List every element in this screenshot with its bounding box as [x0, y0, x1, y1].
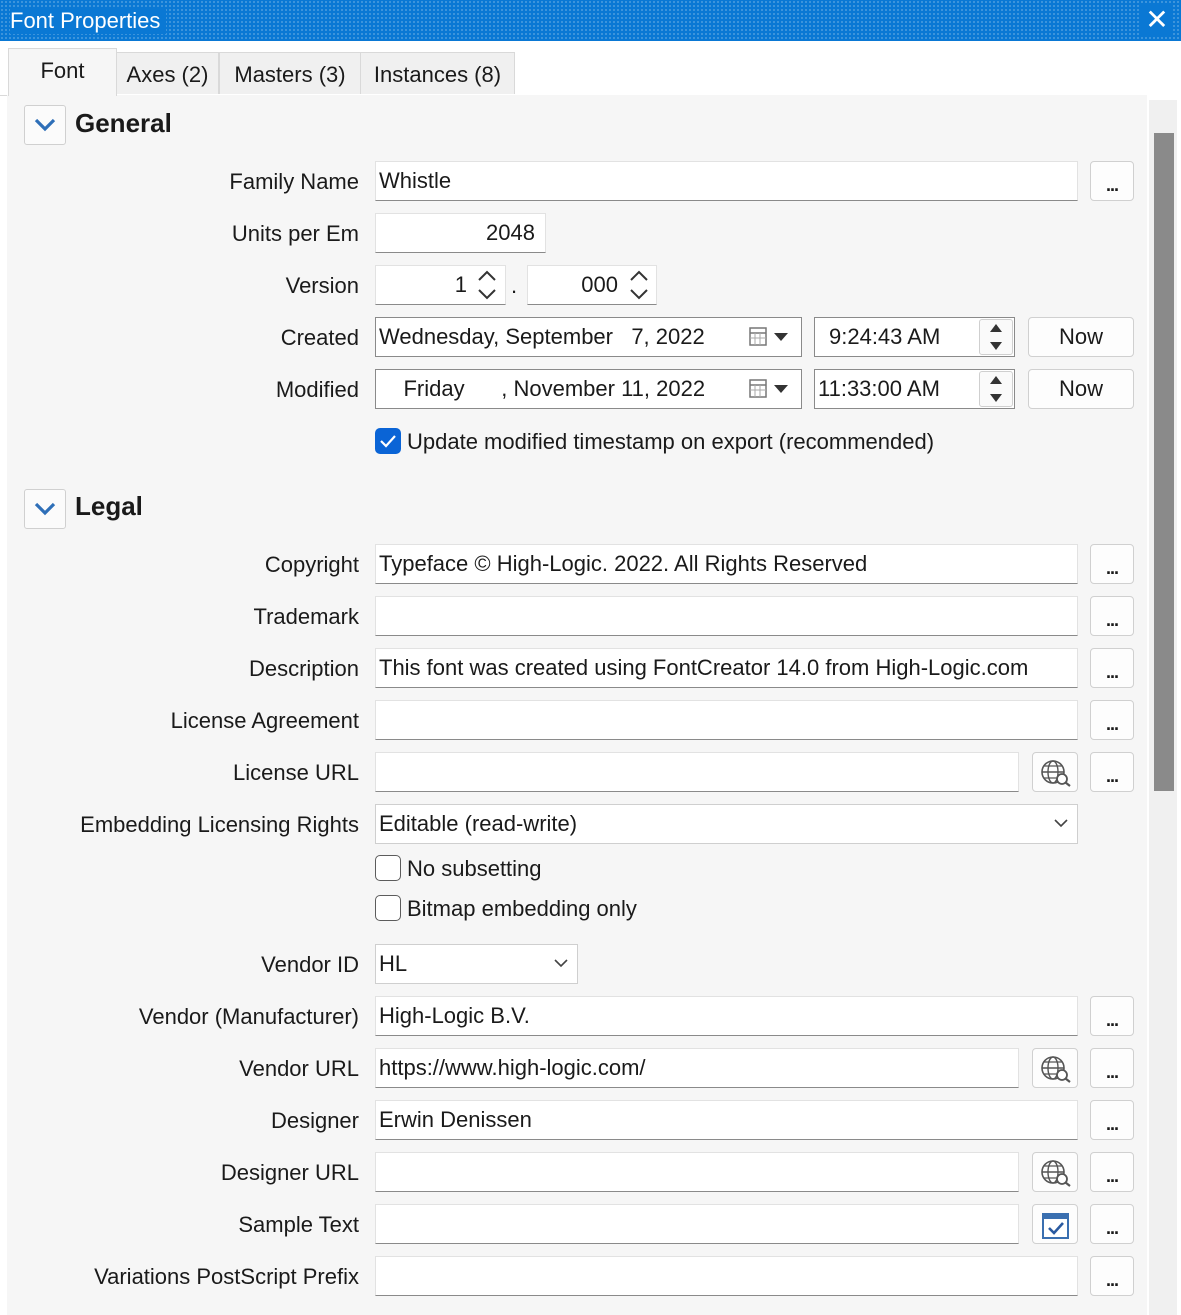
spin-down-icon[interactable] — [990, 394, 1002, 402]
scrollbar-thumb[interactable] — [1154, 133, 1174, 791]
units-per-em-field[interactable]: 2048 — [375, 213, 546, 253]
units-per-em-label: Units per Em — [231, 221, 359, 246]
tab-instances[interactable]: Instances (8) — [360, 52, 515, 94]
copyright-ellipsis-button[interactable]: ... — [1090, 544, 1134, 584]
general-collapse-button[interactable] — [24, 105, 66, 145]
spin-up-icon[interactable] — [990, 324, 1002, 332]
embedding-rights-label: Embedding Licensing Rights — [80, 812, 359, 837]
modified-now-button[interactable]: Now — [1028, 369, 1134, 409]
designer-url-ellipsis-button[interactable]: ... — [1090, 1152, 1134, 1192]
spin-down-icon[interactable] — [990, 342, 1002, 350]
vendor-url-label: Vendor URL — [239, 1056, 359, 1081]
version-major-spinner-icon[interactable] — [476, 268, 498, 302]
created-time-spinner[interactable] — [979, 319, 1013, 355]
title-bar: Font Properties ✕ — [0, 0, 1181, 41]
vendor-label: Vendor (Manufacturer) — [138, 1004, 359, 1029]
chevron-down-icon — [34, 502, 56, 516]
family-name-ellipsis-button[interactable]: ... — [1090, 161, 1134, 201]
chevron-down-icon[interactable] — [553, 958, 569, 968]
modified-date-picker[interactable]: Friday , November 11, 2022 — [375, 369, 802, 409]
trademark-field[interactable] — [375, 596, 1078, 636]
trademark-ellipsis-button[interactable]: ... — [1090, 596, 1134, 636]
created-label: Created — [280, 325, 359, 350]
family-name-label: Family Name — [229, 169, 359, 194]
designer-ellipsis-button[interactable]: ... — [1090, 1100, 1134, 1140]
vendor-ellipsis-button[interactable]: ... — [1090, 996, 1134, 1036]
window-title: Font Properties — [10, 8, 167, 34]
version-separator: . — [511, 273, 518, 298]
variations-prefix-ellipsis-button[interactable]: ... — [1090, 1256, 1134, 1296]
general-section-title: General — [75, 108, 172, 138]
created-now-button[interactable]: Now — [1028, 317, 1134, 357]
vendor-url-browse-button[interactable] — [1032, 1048, 1078, 1088]
license-agreement-label: License Agreement — [170, 708, 359, 733]
designer-url-label: Designer URL — [220, 1160, 359, 1185]
vendor-url-ellipsis-button[interactable]: ... — [1090, 1048, 1134, 1088]
calendar-dropdown-icon[interactable] — [748, 326, 792, 348]
calendar-dropdown-icon[interactable] — [748, 378, 792, 400]
family-name-field[interactable]: Whistle — [375, 161, 1078, 201]
copyright-label: Copyright — [264, 552, 359, 577]
license-url-browse-button[interactable] — [1032, 752, 1078, 792]
vendor-field[interactable]: High-Logic B.V. — [375, 996, 1078, 1036]
chevron-down-icon[interactable] — [1053, 818, 1069, 828]
description-label: Description — [248, 656, 359, 681]
designer-url-field[interactable] — [375, 1152, 1019, 1192]
globe-search-icon — [1041, 1160, 1071, 1187]
update-timestamp-label: Update modified timestamp on export (rec… — [407, 429, 935, 454]
vendor-id-label: Vendor ID — [261, 952, 359, 977]
copyright-field[interactable]: Typeface © High-Logic. 2022. All Rights … — [375, 544, 1078, 584]
designer-url-browse-button[interactable] — [1032, 1152, 1078, 1192]
close-icon[interactable]: ✕ — [1141, 4, 1173, 36]
variations-prefix-field[interactable] — [375, 1256, 1078, 1296]
checkbox-icon — [1042, 1213, 1069, 1239]
version-minor-spinner-icon[interactable] — [628, 268, 650, 302]
variations-prefix-label: Variations PostScript Prefix — [94, 1264, 359, 1289]
modified-time-spinner[interactable] — [979, 371, 1013, 407]
tab-font[interactable]: Font — [8, 48, 117, 96]
legal-section-title: Legal — [75, 491, 143, 521]
globe-search-icon — [1041, 760, 1071, 787]
description-ellipsis-button[interactable]: ... — [1090, 648, 1134, 688]
bitmap-embedding-label: Bitmap embedding only — [407, 896, 637, 921]
license-url-field[interactable] — [375, 752, 1019, 792]
license-agreement-ellipsis-button[interactable]: ... — [1090, 700, 1134, 740]
legal-collapse-button[interactable] — [24, 489, 66, 529]
no-subsetting-checkbox[interactable] — [375, 855, 401, 881]
designer-label: Designer — [270, 1108, 359, 1133]
created-date-picker[interactable]: Wednesday, September 7, 2022 — [375, 317, 802, 357]
modified-label: Modified — [275, 377, 359, 402]
vendor-url-field[interactable]: https://www.high-logic.com/ — [375, 1048, 1019, 1088]
no-subsetting-label: No subsetting — [407, 856, 542, 881]
license-url-label: License URL — [233, 760, 359, 785]
sample-text-field[interactable] — [375, 1204, 1019, 1244]
tab-masters[interactable]: Masters (3) — [219, 52, 361, 94]
tab-strip: Font Axes (2) Masters (3) Instances (8) — [0, 41, 1181, 96]
version-label: Version — [285, 273, 359, 298]
designer-field[interactable]: Erwin Denissen — [375, 1100, 1078, 1140]
tab-axes[interactable]: Axes (2) — [116, 52, 219, 94]
vendor-id-select[interactable]: HL — [375, 944, 578, 984]
sample-text-label: Sample Text — [238, 1212, 359, 1237]
sample-text-check-button[interactable] — [1032, 1204, 1078, 1244]
spin-up-icon[interactable] — [990, 376, 1002, 384]
license-url-ellipsis-button[interactable]: ... — [1090, 752, 1134, 792]
description-field[interactable]: This font was created using FontCreator … — [375, 648, 1078, 688]
checkmark-icon — [380, 435, 396, 448]
embedding-rights-select[interactable]: Editable (read-write) — [375, 804, 1078, 844]
update-timestamp-checkbox[interactable] — [375, 428, 401, 454]
sample-text-ellipsis-button[interactable]: ... — [1090, 1204, 1134, 1244]
chevron-down-icon — [34, 118, 56, 132]
license-agreement-field[interactable] — [375, 700, 1078, 740]
globe-search-icon — [1041, 1056, 1071, 1083]
bitmap-embedding-checkbox[interactable] — [375, 895, 401, 921]
trademark-label: Trademark — [253, 604, 359, 629]
